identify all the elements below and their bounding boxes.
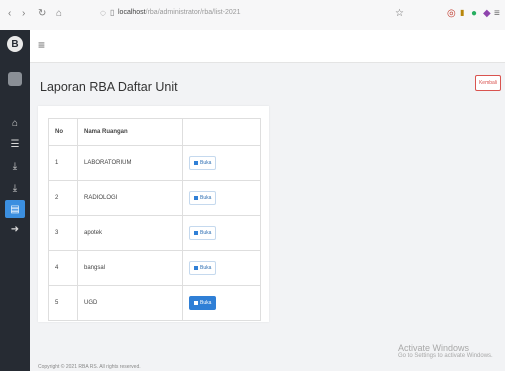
back-button[interactable]: Kembali [475, 75, 501, 91]
room-name: RADIOLOGI [77, 180, 183, 216]
room-name: LABORATORIUM [77, 145, 183, 181]
activate-windows-title: Activate Windows [398, 343, 470, 353]
activate-windows-subtitle: Go to Settings to activate Windows. [398, 353, 493, 359]
row-number: 2 [48, 180, 78, 216]
room-name: bangsal [77, 250, 183, 286]
table-row: 4 bangsal Buka [48, 250, 261, 286]
room-name: UGD [77, 285, 183, 321]
address-bar[interactable]: localhost/rba/administrator/rba/list-202… [118, 9, 241, 16]
download-icon[interactable]: ⤓ [0, 179, 30, 197]
column-header-no: No [48, 118, 78, 146]
unit-list-card: No Nama Ruangan 1 LABORATORIUM Buka 2 RA… [38, 106, 269, 322]
table-row: 3 apotek Buka [48, 215, 261, 251]
table-row: 5 UGD Buka [48, 285, 261, 321]
room-name: apotek [77, 215, 183, 251]
url-host: localhost [118, 9, 146, 16]
home-icon[interactable]: ⌂ [0, 114, 30, 132]
reload-icon[interactable]: ↻ [38, 8, 46, 19]
hamburger-menu-icon[interactable]: ≡ [38, 38, 45, 52]
shield-icon: ◌ [100, 8, 106, 19]
table-row: 2 RADIOLOGI Buka [48, 180, 261, 216]
extension-icon[interactable]: ● [471, 8, 477, 19]
sidebar: B ⌂ ☰ ⤓ ⤓ ▤ ➜ [0, 30, 30, 371]
menu-icon[interactable]: ≡ [494, 8, 500, 19]
download-icon[interactable]: ⤓ [0, 157, 30, 175]
app-logo: B [7, 36, 23, 52]
open-rba-label: Buka [200, 265, 212, 271]
extension-icon[interactable]: ◎ [447, 8, 456, 19]
row-number: 5 [48, 285, 78, 321]
folder-icon [194, 161, 198, 165]
row-number: 3 [48, 215, 78, 251]
activate-windows-watermark: Activate Windows Go to Settings to activ… [398, 343, 493, 359]
column-header-name: Nama Ruangan [77, 118, 183, 146]
extension-icon[interactable]: ◆ [483, 8, 491, 19]
home-icon[interactable]: ⌂ [56, 8, 62, 19]
open-rba-label: Buka [200, 160, 212, 166]
folder-icon [194, 196, 198, 200]
avatar[interactable] [8, 72, 22, 86]
open-rba-button[interactable]: Buka [189, 226, 217, 240]
open-rba-button[interactable]: Buka [189, 156, 217, 170]
chart-icon[interactable]: ▤ [5, 200, 25, 218]
extension-icon[interactable]: ▮ [460, 8, 464, 17]
column-header-action [182, 118, 261, 146]
table-header-row: No Nama Ruangan [48, 118, 261, 146]
folder-icon [194, 266, 198, 270]
users-icon[interactable]: ☰ [0, 135, 30, 153]
row-number: 4 [48, 250, 78, 286]
unit-table: No Nama Ruangan 1 LABORATORIUM Buka 2 RA… [48, 118, 261, 321]
table-row: 1 LABORATORIUM Buka [48, 145, 261, 181]
logout-icon[interactable]: ➜ [0, 220, 30, 238]
url-path: /rba/administrator/rba/list-2021 [145, 9, 241, 16]
browser-chrome: ‹ › ↻ ⌂ ◌ ▯ localhost/rba/administrator/… [0, 0, 505, 31]
open-rba-button[interactable]: Buka [189, 191, 217, 205]
footer-copyright: Copyright © 2021 RBA RS. All rights rese… [38, 364, 141, 370]
open-rba-button[interactable]: Buka [189, 261, 217, 275]
open-rba-label: Buka [200, 195, 212, 201]
top-header: ≡ [30, 30, 505, 63]
open-rba-button[interactable]: Buka [189, 296, 217, 310]
open-rba-label: Buka [200, 300, 212, 306]
open-rba-label: Buka [200, 230, 212, 236]
row-number: 1 [48, 145, 78, 181]
page-icon: ▯ [110, 8, 115, 17]
star-icon[interactable]: ☆ [395, 8, 404, 19]
page-title: Laporan RBA Daftar Unit [40, 80, 178, 94]
folder-icon [194, 231, 198, 235]
back-arrow-icon[interactable]: ‹ [8, 8, 11, 19]
forward-arrow-icon[interactable]: › [22, 8, 25, 19]
folder-icon [194, 301, 198, 305]
